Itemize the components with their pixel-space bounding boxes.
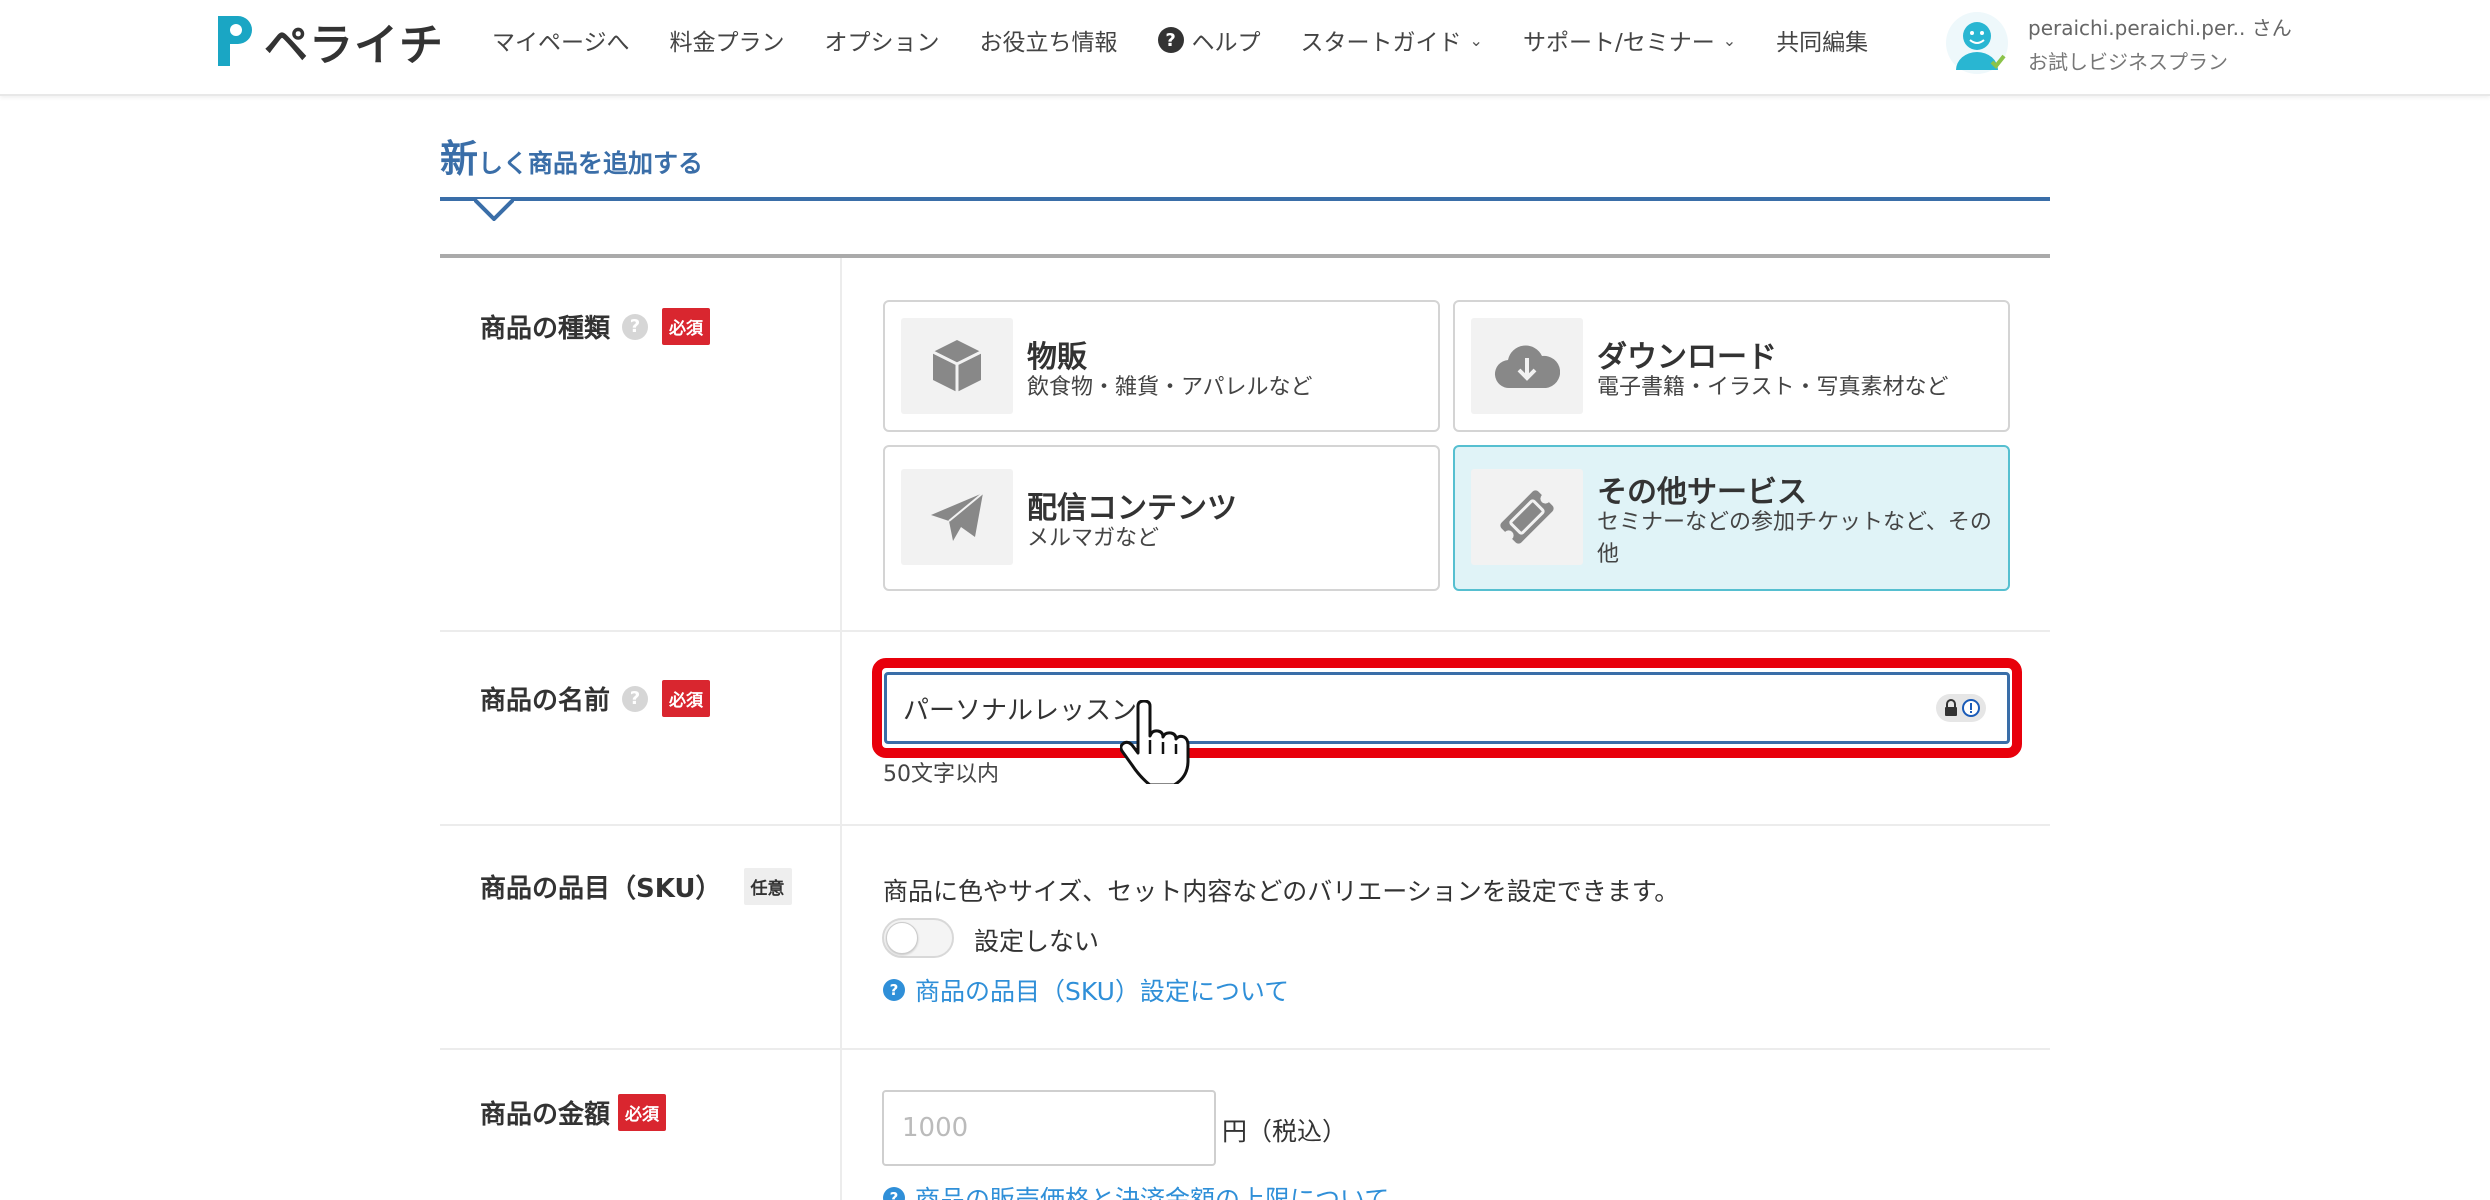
type-label-row: 商品の種類 ? 必須	[480, 308, 711, 345]
question-circle-icon: ?	[883, 1187, 905, 1200]
name-label: 商品の名前	[480, 686, 611, 716]
price-help-link[interactable]: ? 商品の販売価格と決済金額の上限について	[883, 1180, 1389, 1200]
question-circle-icon: ?	[1157, 27, 1184, 53]
main-nav: マイページへ 料金プラン オプション お役立ち情報 ? ヘルプ スタートガイド …	[492, 18, 1908, 62]
form-column-divider	[840, 258, 842, 1200]
help-icon[interactable]: ?	[622, 313, 649, 340]
row-separator	[440, 630, 2050, 632]
required-badge: 必須	[662, 308, 711, 345]
logo-text: ペライチ	[264, 20, 444, 71]
nav-tips[interactable]: お役立ち情報	[980, 23, 1118, 57]
type-title: その他サービス	[1597, 475, 1807, 510]
sku-help-link[interactable]: ? 商品の品目（SKU）設定について	[883, 972, 1289, 1008]
required-badge: 必須	[618, 1094, 667, 1131]
question-circle-icon: ?	[883, 979, 905, 1001]
price-label: 商品の金額	[480, 1100, 611, 1130]
site-header: ペライチ マイページへ 料金プラン オプション お役立ち情報 ? ヘルプ スター…	[0, 0, 2490, 96]
nav-pricing[interactable]: 料金プラン	[670, 23, 785, 57]
sku-toggle[interactable]	[882, 918, 954, 958]
nav-start-guide-label: スタートガイド	[1300, 30, 1462, 56]
form-top-border	[440, 254, 2050, 258]
paper-plane-icon	[901, 469, 1013, 565]
sku-toggle-label: 設定しない	[974, 927, 1100, 956]
type-card-content[interactable]: 配信コンテンツ メルマガなど	[883, 445, 1440, 591]
row-separator	[440, 824, 2050, 826]
type-desc: セミナーなどの参加チケットなど、その他	[1597, 510, 1992, 567]
type-card-physical[interactable]: 物販 飲食物・雑貨・アパレルなど	[883, 300, 1440, 432]
chevron-down-icon: ⌄	[1722, 30, 1737, 50]
type-desc: 電子書籍・イラスト・写真素材など	[1597, 375, 1949, 400]
sku-label: 商品の品目（SKU）	[480, 874, 722, 904]
optional-badge: 任意	[743, 868, 792, 905]
price-input[interactable]	[882, 1090, 1216, 1166]
page-title-rest: しく商品を追加する	[478, 149, 704, 178]
type-title: ダウンロード	[1597, 340, 1777, 375]
price-help-link-text: 商品の販売価格と決済金額の上限について	[915, 1185, 1390, 1200]
sku-description: 商品に色やサイズ、セット内容などのバリエーションを設定できます。	[883, 877, 1680, 906]
user-name: peraichi.peraichi.per.. さん	[2028, 16, 2292, 40]
nav-options[interactable]: オプション	[825, 23, 940, 57]
page-title: 新 しく商品を追加する	[440, 128, 703, 183]
price-unit: 円（税込）	[1222, 1117, 1348, 1146]
hand-cursor-icon	[1120, 700, 1190, 784]
required-badge: 必須	[662, 680, 711, 717]
product-name-input[interactable]	[884, 672, 2010, 744]
nav-help-label: ヘルプ	[1191, 30, 1261, 56]
nav-support-label: サポート/セミナー	[1522, 30, 1715, 56]
avatar	[1946, 12, 2008, 74]
nav-help[interactable]: ? ヘルプ	[1157, 23, 1261, 57]
user-menu[interactable]: peraichi.peraichi.per.. さん お試しビジネスプラン	[1946, 8, 2306, 78]
type-desc: 飲食物・雑貨・アパレルなど	[1027, 375, 1313, 400]
page-title-first: 新	[440, 137, 479, 181]
nav-start-guide[interactable]: スタートガイド ⌄	[1301, 23, 1483, 57]
type-card-download[interactable]: ダウンロード 電子書籍・イラスト・写真素材など	[1453, 300, 2010, 432]
title-underline	[440, 197, 2050, 201]
nav-collab[interactable]: 共同編集	[1776, 23, 1868, 57]
sku-help-link-text: 商品の品目（SKU）設定について	[915, 977, 1290, 1006]
help-icon[interactable]: ?	[622, 685, 649, 712]
name-hint: 50文字以内	[883, 762, 999, 787]
type-label: 商品の種類	[480, 314, 611, 344]
nav-support[interactable]: サポート/セミナー ⌄	[1523, 23, 1736, 57]
user-plan: お試しビジネスプラン	[2028, 50, 2228, 74]
logo[interactable]: ペライチ	[212, 10, 444, 72]
row-separator	[440, 1048, 2050, 1050]
name-label-row: 商品の名前 ? 必須	[480, 680, 711, 717]
logo-mark-icon	[218, 16, 252, 66]
type-title: 物販	[1027, 340, 1087, 375]
toggle-knob	[886, 922, 918, 954]
type-title: 配信コンテンツ	[1027, 491, 1237, 526]
nav-mypage[interactable]: マイページへ	[492, 23, 630, 57]
type-card-other-service[interactable]: その他サービス セミナーなどの参加チケットなど、その他	[1453, 445, 2010, 591]
chevron-down-icon: ⌄	[1469, 30, 1483, 50]
sku-label-row: 商品の品目（SKU） 任意	[480, 868, 792, 905]
ticket-icon	[1471, 469, 1583, 565]
password-manager-icon[interactable]	[1936, 694, 1986, 722]
title-notch	[474, 199, 514, 221]
cloud-download-icon	[1471, 318, 1583, 414]
type-desc: メルマガなど	[1027, 526, 1160, 551]
box-icon	[901, 318, 1013, 414]
price-label-row: 商品の金額 必須	[480, 1094, 667, 1131]
